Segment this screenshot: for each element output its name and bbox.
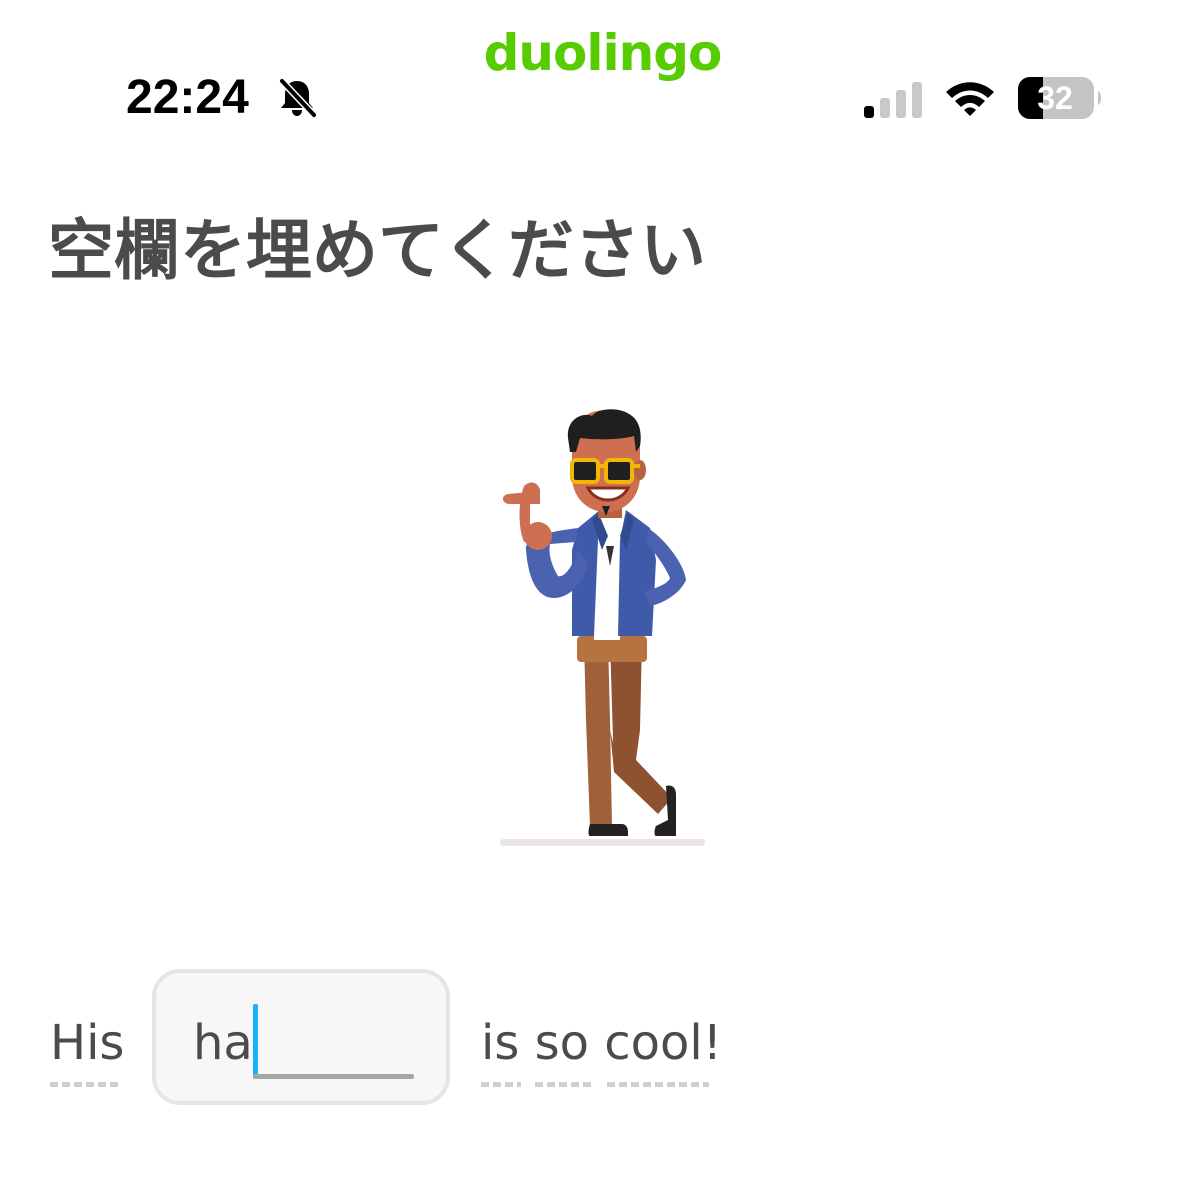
answer-input-text[interactable]: ha [193, 1010, 253, 1076]
character-illustration [500, 409, 705, 846]
word-underline-dashes [535, 1082, 591, 1087]
battery-level: 32 [1037, 80, 1073, 116]
status-time: 22:24 [126, 71, 249, 124]
wifi-icon [946, 82, 994, 116]
cellular-signal-icon [864, 82, 922, 118]
answer-blank-underline [253, 1074, 414, 1079]
sentence-words-after[interactable]: is so cool! [481, 1010, 722, 1076]
text-cursor [253, 1004, 258, 1076]
bell-slash-icon [278, 77, 318, 119]
word-underline-dashes [50, 1082, 122, 1087]
word-underline-dashes [481, 1082, 521, 1087]
word-underline-dashes [607, 1082, 709, 1087]
exercise-instruction: 空欄を埋めてください [48, 212, 707, 289]
sentence-word-his[interactable]: His [50, 1010, 124, 1076]
